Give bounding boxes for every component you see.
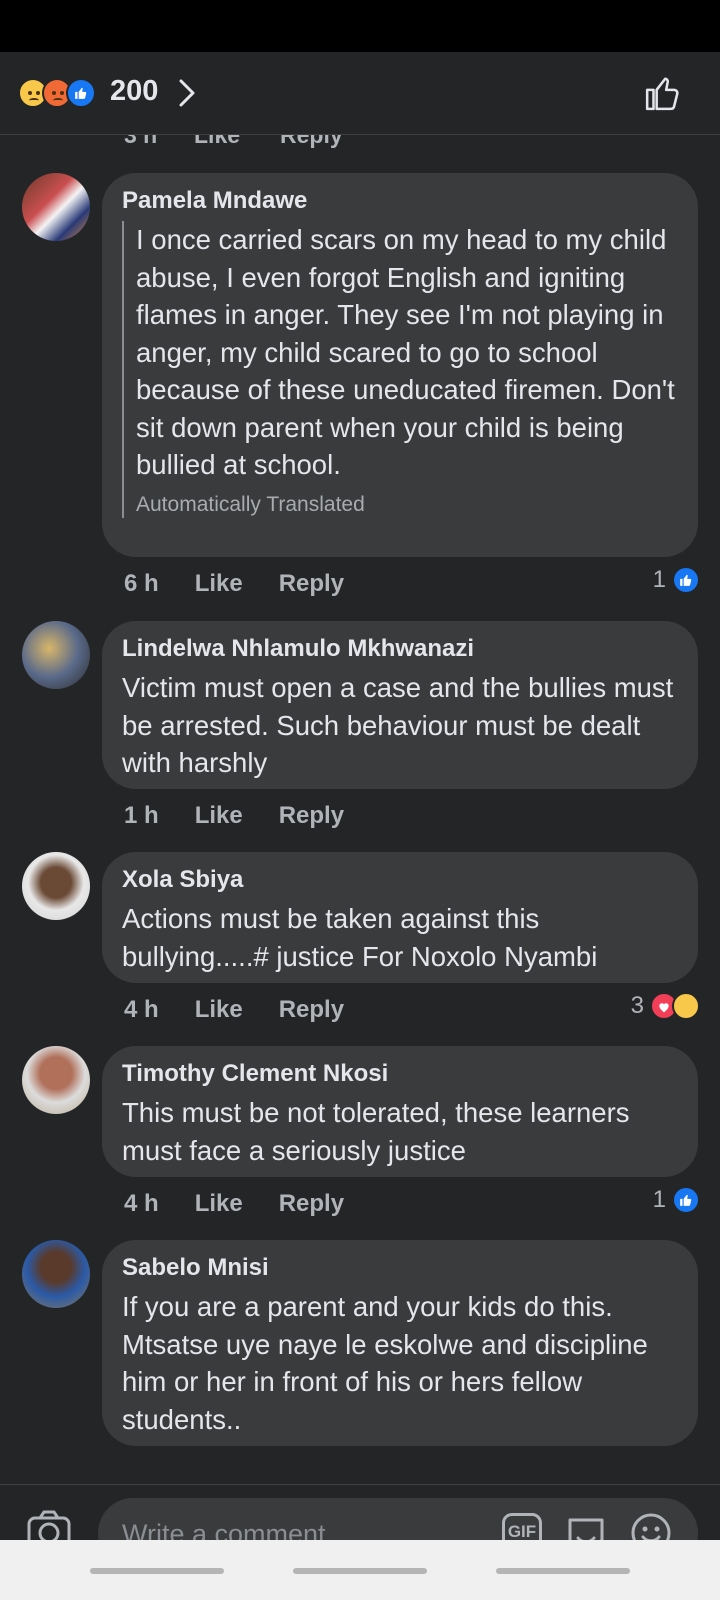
comment-actions: 4 h Like Reply <box>124 1190 344 1218</box>
comment-author[interactable]: Pamela Mndawe <box>122 187 678 215</box>
reaction-count[interactable]: 200 <box>110 75 158 108</box>
comment-bubble: Lindelwa Nhlamulo Mkhwanazi Victim must … <box>102 621 698 789</box>
nav-recents[interactable] <box>496 1568 630 1574</box>
status-bar <box>0 0 720 52</box>
comment-reaction-summary[interactable]: 1 <box>653 1186 700 1214</box>
like-button[interactable]: Like <box>195 802 243 830</box>
comment-actions: 4 h Like Reply <box>124 996 344 1024</box>
comment-text: Victim must open a case and the bullies … <box>122 672 674 778</box>
comment-bubble: Timothy Clement Nkosi This must be not t… <box>102 1046 698 1177</box>
comment-time: 4 h <box>124 1190 159 1217</box>
translated-block: I once carried scars on my head to my ch… <box>122 221 678 518</box>
avatar[interactable] <box>22 1240 90 1308</box>
comment-author[interactable]: Xola Sbiya <box>122 866 678 894</box>
sad-icon <box>672 992 700 1020</box>
comments-panel: 200 3 h Like Reply Pamela Mndawe I once … <box>0 52 720 1540</box>
comment-text: This must be not tolerated, these learne… <box>122 1097 630 1166</box>
comment-reaction-count: 1 <box>652 566 666 593</box>
comment-bubble: Sabelo Mnisi If you are a parent and you… <box>102 1240 698 1446</box>
comment-reaction-summary[interactable]: 3 <box>631 992 700 1020</box>
avatar[interactable] <box>22 173 90 241</box>
reactions-header: 200 <box>0 52 720 135</box>
comment-reaction-count: 1 <box>652 1186 666 1213</box>
comment-text: Actions must be taken against this bully… <box>122 903 598 972</box>
nav-back[interactable] <box>90 1568 224 1574</box>
comment-text: If you are a parent and your kids do thi… <box>122 1291 648 1435</box>
comment-text: I once carried scars on my head to my ch… <box>136 224 675 480</box>
comment-bubble: Pamela Mndawe I once carried scars on my… <box>102 173 698 557</box>
comment-reaction-summary[interactable]: 1 <box>653 566 700 594</box>
like-button[interactable]: Like <box>195 570 243 598</box>
reply-button[interactable]: Reply <box>279 1190 344 1218</box>
comment-author[interactable]: Lindelwa Nhlamulo Mkhwanazi <box>122 635 678 663</box>
reply-button[interactable]: Reply <box>279 570 344 598</box>
comment-actions: 6 h Like Reply <box>124 570 344 598</box>
like-button[interactable]: Like <box>195 1190 243 1218</box>
comment-author[interactable]: Sabelo Mnisi <box>122 1254 678 1282</box>
thumbs-up-icon[interactable] <box>644 74 682 117</box>
comment-reaction-count: 3 <box>630 992 644 1019</box>
comment-bubble: Xola Sbiya Actions must be taken against… <box>102 852 698 983</box>
comment-time: 6 h <box>124 570 159 597</box>
like-button[interactable]: Like <box>195 996 243 1024</box>
translation-note[interactable]: Automatically Translated <box>136 492 678 518</box>
system-nav-bar <box>0 1540 720 1600</box>
reply-button[interactable]: Reply <box>279 802 344 830</box>
like-icon <box>672 566 700 594</box>
like-icon <box>66 78 96 108</box>
comment-author[interactable]: Timothy Clement Nkosi <box>122 1060 678 1088</box>
reply-button[interactable]: Reply <box>279 996 344 1024</box>
like-icon <box>672 1186 700 1214</box>
comment-actions: 1 h Like Reply <box>124 802 344 830</box>
nav-home[interactable] <box>293 1568 427 1574</box>
comment-time: 1 h <box>124 802 159 829</box>
avatar[interactable] <box>22 1046 90 1114</box>
avatar[interactable] <box>22 852 90 920</box>
avatar[interactable] <box>22 621 90 689</box>
comment-time: 4 h <box>124 996 159 1023</box>
chevron-right-icon[interactable] <box>178 78 196 113</box>
